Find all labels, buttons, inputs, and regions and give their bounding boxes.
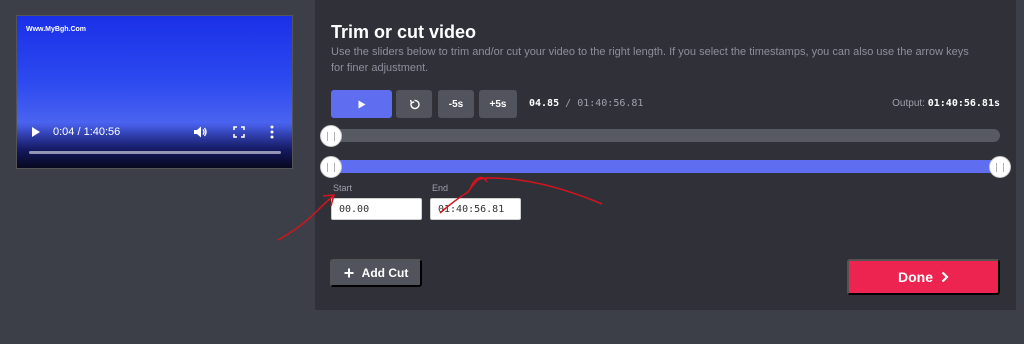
forward-5s-button[interactable]: +5s bbox=[479, 90, 517, 118]
video-play-icon[interactable] bbox=[31, 126, 41, 138]
start-label: Start bbox=[333, 183, 353, 193]
plus-icon bbox=[344, 268, 354, 278]
trim-start-handle[interactable] bbox=[320, 156, 342, 178]
panel-title: Trim or cut video bbox=[331, 22, 477, 42]
volume-icon[interactable] bbox=[193, 125, 207, 139]
more-options-icon[interactable] bbox=[270, 125, 274, 139]
rotate-icon bbox=[409, 99, 420, 109]
done-button[interactable]: Done bbox=[847, 259, 1000, 295]
total-time: 01:40:56.81 bbox=[577, 98, 644, 109]
play-icon bbox=[358, 100, 365, 108]
play-button[interactable] bbox=[331, 90, 392, 118]
output-label: Output: bbox=[892, 98, 925, 109]
trim-range-track[interactable] bbox=[331, 160, 1000, 173]
add-cut-label: Add Cut bbox=[361, 266, 409, 280]
start-time-input[interactable]: 00.00 bbox=[331, 198, 422, 220]
output-value: 01:40:56.81s bbox=[927, 98, 1000, 109]
time-readout: 04.85 / 01:40:56.81 bbox=[529, 98, 643, 109]
add-cut-button[interactable]: Add Cut bbox=[330, 259, 422, 287]
output-duration: Output: 01:40:56.81s bbox=[892, 98, 1000, 109]
chevron-right-icon bbox=[941, 271, 949, 283]
done-label: Done bbox=[898, 269, 933, 285]
video-watermark: Www.MyBgh.Com bbox=[26, 26, 87, 33]
end-label: End bbox=[432, 183, 449, 193]
time-separator: / bbox=[565, 98, 572, 109]
video-time: 0:04 / 1:40:56 bbox=[53, 126, 121, 138]
reset-button[interactable] bbox=[396, 90, 432, 118]
fullscreen-icon[interactable] bbox=[233, 126, 245, 138]
trim-panel: Trim or cut video Use the sliders below … bbox=[315, 0, 1016, 310]
panel-description: Use the sliders below to trim and/or cut… bbox=[331, 46, 969, 74]
end-time-input[interactable]: 01:40:56.81 bbox=[430, 198, 521, 220]
video-progress-bar[interactable] bbox=[29, 151, 281, 154]
current-time: 04.85 bbox=[529, 98, 560, 109]
rewind-5s-button[interactable]: -5s bbox=[438, 90, 474, 118]
page: Www.MyBgh.Com 0:04 / 1:40:56 Trim or cut… bbox=[0, 0, 1024, 344]
video-player[interactable]: Www.MyBgh.Com 0:04 / 1:40:56 bbox=[16, 15, 293, 169]
playback-slider-track[interactable] bbox=[331, 129, 1000, 142]
playback-slider-handle[interactable] bbox=[320, 125, 342, 147]
trim-end-handle[interactable] bbox=[989, 156, 1011, 178]
